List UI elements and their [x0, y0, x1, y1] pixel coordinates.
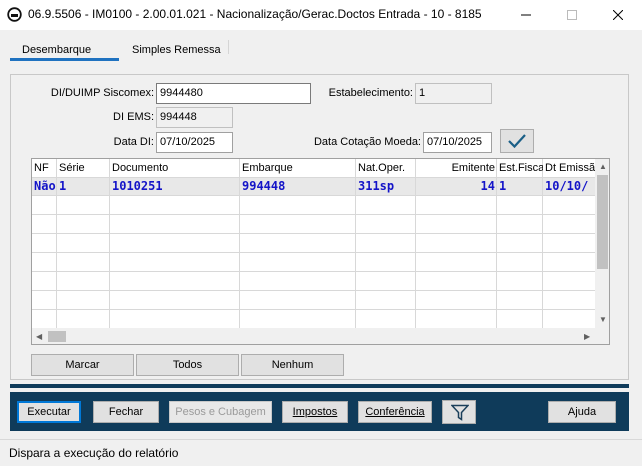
- nenhum-button[interactable]: Nenhum: [241, 354, 344, 376]
- data-di-input[interactable]: 07/10/2025: [156, 132, 233, 153]
- cell-dt-emissao: 10/10/: [545, 179, 589, 193]
- scroll-right-icon[interactable]: ▶: [584, 333, 590, 341]
- row-line: [32, 271, 595, 272]
- cell-est-fiscal: 1: [499, 179, 507, 193]
- vertical-scroll-thumb[interactable]: [597, 175, 608, 269]
- funnel-icon: [451, 404, 469, 421]
- row-line: [32, 252, 595, 253]
- data-cotacao-input[interactable]: 07/10/2025: [423, 132, 492, 153]
- grid-body: NF Série Documento Embarque Nat.Oper. Em…: [32, 159, 595, 328]
- cell-embarque: 994448: [242, 179, 286, 193]
- row-line: [32, 214, 595, 215]
- todos-button[interactable]: Todos: [136, 354, 239, 376]
- conferencia-label: Conferência: [365, 406, 425, 418]
- status-divider: [0, 439, 642, 440]
- close-button[interactable]: [595, 0, 641, 30]
- data-cotacao-label: Data Cotação Moeda:: [313, 136, 421, 148]
- pesos-label: Pesos e Cubagem: [175, 406, 266, 418]
- cell-serie: 1: [59, 179, 67, 193]
- horizontal-scroll-thumb[interactable]: [48, 331, 66, 342]
- minimize-icon: [521, 14, 531, 16]
- scroll-up-icon[interactable]: ▲: [599, 163, 607, 171]
- ajuda-label: Ajuda: [567, 406, 597, 418]
- tab-divider: [228, 40, 229, 54]
- cell-nat-oper: 311sp: [358, 179, 395, 193]
- ajuda-button[interactable]: Ajuda: [548, 401, 616, 423]
- confirm-button[interactable]: [500, 129, 534, 153]
- title-bar: 06.9.5506 - IM0100 - 2.00.01.021 - Nacio…: [0, 0, 642, 30]
- scroll-down-icon[interactable]: ▼: [599, 316, 607, 324]
- data-di-label: Data DI:: [113, 136, 154, 148]
- col-header-est-fiscal[interactable]: Est.Fiscal: [497, 159, 543, 177]
- di-ems-field[interactable]: 994448: [156, 107, 233, 128]
- app-icon: [7, 7, 22, 22]
- minimize-button[interactable]: [503, 0, 549, 30]
- cell-emitente: 14: [480, 179, 495, 193]
- scroll-corner: [595, 328, 609, 344]
- maximize-icon: [567, 10, 577, 20]
- impostos-button[interactable]: Impostos: [282, 401, 348, 423]
- horizontal-scrollbar[interactable]: ◀ ▶: [32, 328, 595, 344]
- di-label: DI/DUIMP Siscomex:: [50, 87, 154, 99]
- row-line: [32, 309, 595, 310]
- row-line: [32, 195, 595, 196]
- tab-desembarque[interactable]: Desembarque: [22, 44, 91, 56]
- checkmark-icon: [508, 134, 526, 149]
- estabelecimento-label: Estabelecimento:: [328, 87, 413, 99]
- col-header-nat-oper[interactable]: Nat.Oper.: [356, 159, 416, 177]
- col-header-documento[interactable]: Documento: [110, 159, 240, 177]
- col-header-serie[interactable]: Série: [57, 159, 110, 177]
- executar-label: Executar: [27, 406, 71, 418]
- estabelecimento-field[interactable]: 1: [415, 83, 492, 104]
- separator-bar: [10, 384, 629, 388]
- active-tab-indicator: [10, 58, 119, 61]
- di-ems-label: DI EMS:: [113, 111, 154, 123]
- filter-button[interactable]: [442, 400, 476, 424]
- executar-button[interactable]: Executar: [17, 401, 81, 423]
- pesos-cubagem-button[interactable]: Pesos e Cubagem: [169, 401, 272, 423]
- conferencia-button[interactable]: Conferência: [358, 401, 432, 423]
- fechar-label: Fechar: [108, 406, 144, 418]
- status-text: Dispara a execução do relatório: [9, 446, 179, 460]
- close-icon: [613, 10, 623, 20]
- documents-grid[interactable]: NF Série Documento Embarque Nat.Oper. Em…: [31, 158, 610, 345]
- window-title: 06.9.5506 - IM0100 - 2.00.01.021 - Nacio…: [28, 7, 482, 21]
- di-siscomex-input[interactable]: 9944480: [156, 83, 311, 104]
- row-line: [32, 233, 595, 234]
- vertical-scrollbar[interactable]: ▲ ▼: [595, 159, 609, 328]
- marcar-button[interactable]: Marcar: [31, 354, 134, 376]
- col-header-dt-emissao[interactable]: Dt Emissão: [543, 159, 595, 177]
- scroll-left-icon[interactable]: ◀: [36, 333, 42, 341]
- row-line: [32, 290, 595, 291]
- col-header-emitente[interactable]: Emitente: [416, 159, 497, 177]
- cell-nf: Não: [34, 179, 56, 193]
- fechar-button[interactable]: Fechar: [93, 401, 159, 423]
- tab-simples-remessa[interactable]: Simples Remessa: [132, 44, 221, 56]
- maximize-button[interactable]: [549, 0, 595, 30]
- impostos-label: Impostos: [292, 406, 338, 418]
- cell-documento: 1010251: [112, 179, 163, 193]
- col-header-nf[interactable]: NF: [32, 159, 57, 177]
- col-header-embarque[interactable]: Embarque: [240, 159, 356, 177]
